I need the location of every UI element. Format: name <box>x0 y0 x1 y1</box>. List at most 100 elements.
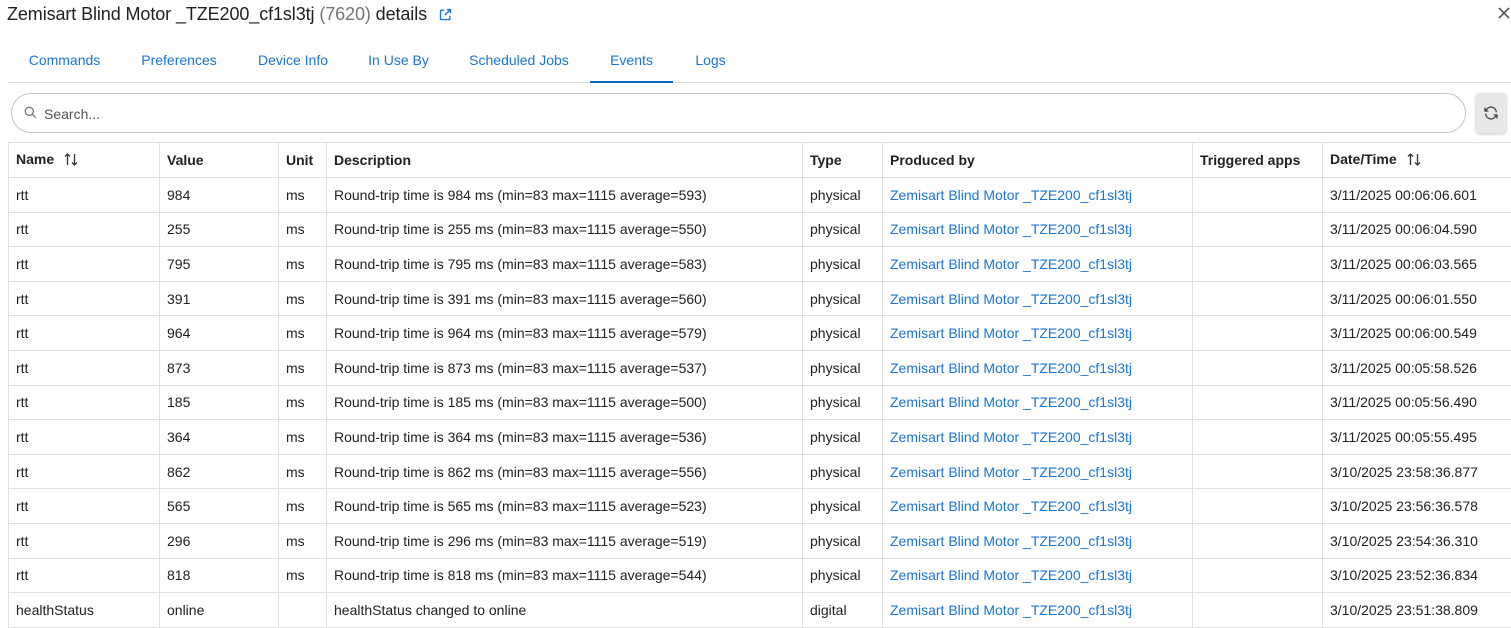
table-row[interactable]: rtt818msRound-trip time is 818 ms (min=8… <box>9 558 1511 593</box>
tab-scheduled-jobs[interactable]: Scheduled Jobs <box>448 38 590 82</box>
table-row[interactable]: rtt964msRound-trip time is 964 ms (min=8… <box>9 316 1511 351</box>
produced-by-link[interactable]: Zemisart Blind Motor _TZE200_cf1sl3tj <box>890 394 1132 410</box>
cell-unit: ms <box>279 281 327 316</box>
cell-unit: ms <box>279 212 327 247</box>
tab-events[interactable]: Events <box>590 38 673 82</box>
cell-unit: ms <box>279 420 327 455</box>
produced-by-link[interactable]: Zemisart Blind Motor _TZE200_cf1sl3tj <box>890 221 1132 237</box>
table-row[interactable]: rtt391msRound-trip time is 391 ms (min=8… <box>9 281 1511 316</box>
cell-value: 873 <box>160 350 279 385</box>
cell-value: 296 <box>160 523 279 558</box>
cell-produced-by: Zemisart Blind Motor _TZE200_cf1sl3tj <box>883 350 1193 385</box>
produced-by-link[interactable]: Zemisart Blind Motor _TZE200_cf1sl3tj <box>890 602 1132 618</box>
cell-produced-by: Zemisart Blind Motor _TZE200_cf1sl3tj <box>883 593 1193 628</box>
produced-by-link[interactable]: Zemisart Blind Motor _TZE200_cf1sl3tj <box>890 360 1132 376</box>
cell-description: Round-trip time is 795 ms (min=83 max=11… <box>327 247 803 282</box>
cell-datetime: 3/11/2025 00:06:01.550 <box>1323 281 1511 316</box>
close-icon[interactable] <box>1497 6 1511 24</box>
cell-produced-by: Zemisart Blind Motor _TZE200_cf1sl3tj <box>883 385 1193 420</box>
search-icon <box>24 106 37 124</box>
column-header-description: Description <box>327 143 803 178</box>
cell-value: 185 <box>160 385 279 420</box>
column-header-datetime[interactable]: Date/Time <box>1323 143 1511 178</box>
external-link-icon[interactable] <box>438 6 453 27</box>
cell-type: physical <box>803 350 883 385</box>
produced-by-link[interactable]: Zemisart Blind Motor _TZE200_cf1sl3tj <box>890 187 1132 203</box>
cell-triggered-apps <box>1193 247 1323 282</box>
tab-commands[interactable]: Commands <box>8 38 121 82</box>
tab-device-info[interactable]: Device Info <box>237 38 349 82</box>
cell-triggered-apps <box>1193 178 1323 213</box>
cell-name: rtt <box>9 420 160 455</box>
table-row[interactable]: rtt364msRound-trip time is 364 ms (min=8… <box>9 420 1511 455</box>
sort-icon[interactable] <box>1406 152 1422 170</box>
cell-triggered-apps <box>1193 593 1323 628</box>
column-header-type: Type <box>803 143 883 178</box>
tab-preferences[interactable]: Preferences <box>121 38 237 82</box>
table-row[interactable]: rtt296msRound-trip time is 296 ms (min=8… <box>9 523 1511 558</box>
cell-unit: ms <box>279 558 327 593</box>
table-row[interactable]: rtt565msRound-trip time is 565 ms (min=8… <box>9 489 1511 524</box>
cell-triggered-apps <box>1193 420 1323 455</box>
page-title: Zemisart Blind Motor _TZE200_cf1sl3tj (7… <box>7 4 453 27</box>
search-box <box>11 93 1466 133</box>
produced-by-link[interactable]: Zemisart Blind Motor _TZE200_cf1sl3tj <box>890 256 1132 272</box>
cell-type: physical <box>803 178 883 213</box>
table-row[interactable]: rtt255msRound-trip time is 255 ms (min=8… <box>9 212 1511 247</box>
table-row[interactable]: rtt873msRound-trip time is 873 ms (min=8… <box>9 350 1511 385</box>
table-row[interactable]: rtt795msRound-trip time is 795 ms (min=8… <box>9 247 1511 282</box>
cell-triggered-apps <box>1193 454 1323 489</box>
table-row[interactable]: rtt185msRound-trip time is 185 ms (min=8… <box>9 385 1511 420</box>
cell-datetime: 3/11/2025 00:05:56.490 <box>1323 385 1511 420</box>
cell-triggered-apps <box>1193 316 1323 351</box>
cell-type: physical <box>803 420 883 455</box>
cell-description: Round-trip time is 391 ms (min=83 max=11… <box>327 281 803 316</box>
cell-description: Round-trip time is 296 ms (min=83 max=11… <box>327 523 803 558</box>
cell-produced-by: Zemisart Blind Motor _TZE200_cf1sl3tj <box>883 523 1193 558</box>
cell-produced-by: Zemisart Blind Motor _TZE200_cf1sl3tj <box>883 454 1193 489</box>
cell-type: physical <box>803 454 883 489</box>
table-row[interactable]: rtt984msRound-trip time is 984 ms (min=8… <box>9 178 1511 213</box>
cell-value: 795 <box>160 247 279 282</box>
table-row[interactable]: rtt862msRound-trip time is 862 ms (min=8… <box>9 454 1511 489</box>
produced-by-link[interactable]: Zemisart Blind Motor _TZE200_cf1sl3tj <box>890 464 1132 480</box>
cell-triggered-apps <box>1193 523 1323 558</box>
cell-triggered-apps <box>1193 558 1323 593</box>
cell-type: physical <box>803 385 883 420</box>
cell-name: rtt <box>9 178 160 213</box>
produced-by-link[interactable]: Zemisart Blind Motor _TZE200_cf1sl3tj <box>890 533 1132 549</box>
cell-datetime: 3/11/2025 00:05:58.526 <box>1323 350 1511 385</box>
cell-datetime: 3/11/2025 00:05:55.495 <box>1323 420 1511 455</box>
table-row[interactable]: healthStatusonlinehealthStatus changed t… <box>9 593 1511 628</box>
produced-by-link[interactable]: Zemisart Blind Motor _TZE200_cf1sl3tj <box>890 498 1132 514</box>
refresh-button[interactable] <box>1476 93 1506 133</box>
produced-by-link[interactable]: Zemisart Blind Motor _TZE200_cf1sl3tj <box>890 325 1132 341</box>
cell-type: physical <box>803 247 883 282</box>
cell-type: physical <box>803 558 883 593</box>
device-id: (7620) <box>319 4 370 24</box>
cell-triggered-apps <box>1193 489 1323 524</box>
cell-description: Round-trip time is 984 ms (min=83 max=11… <box>327 178 803 213</box>
produced-by-link[interactable]: Zemisart Blind Motor _TZE200_cf1sl3tj <box>890 291 1132 307</box>
column-header-name[interactable]: Name <box>9 143 160 178</box>
cell-datetime: 3/11/2025 00:06:06.601 <box>1323 178 1511 213</box>
produced-by-link[interactable]: Zemisart Blind Motor _TZE200_cf1sl3tj <box>890 567 1132 583</box>
cell-name: rtt <box>9 316 160 351</box>
cell-unit: ms <box>279 489 327 524</box>
cell-name: rtt <box>9 212 160 247</box>
cell-name: healthStatus <box>9 593 160 628</box>
cell-type: digital <box>803 593 883 628</box>
column-header-value: Value <box>160 143 279 178</box>
sort-icon[interactable] <box>63 152 79 170</box>
cell-value: 862 <box>160 454 279 489</box>
produced-by-link[interactable]: Zemisart Blind Motor _TZE200_cf1sl3tj <box>890 429 1132 445</box>
tab-logs[interactable]: Logs <box>673 38 748 82</box>
cell-datetime: 3/10/2025 23:51:38.809 <box>1323 593 1511 628</box>
cell-unit <box>279 593 327 628</box>
tab-in-use-by[interactable]: In Use By <box>349 38 448 82</box>
column-header-triggered-apps: Triggered apps <box>1193 143 1323 178</box>
search-input[interactable] <box>42 102 1442 126</box>
cell-name: rtt <box>9 350 160 385</box>
cell-description: Round-trip time is 873 ms (min=83 max=11… <box>327 350 803 385</box>
cell-description: Round-trip time is 565 ms (min=83 max=11… <box>327 489 803 524</box>
